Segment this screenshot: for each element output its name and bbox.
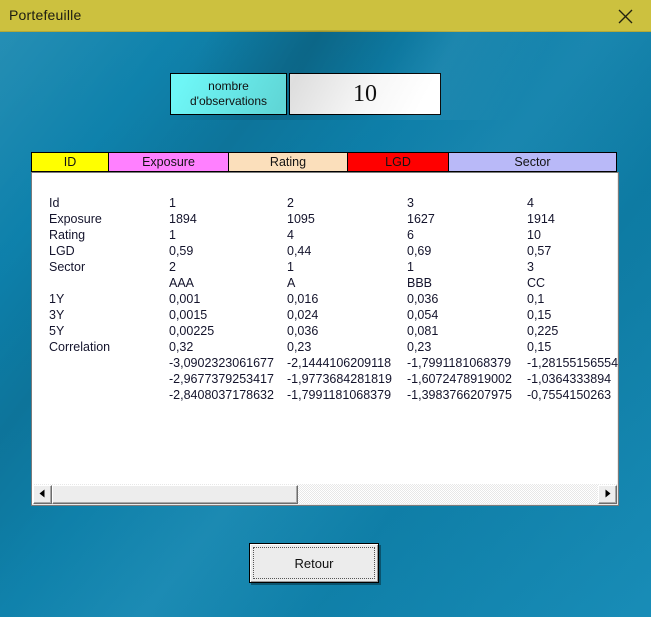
grid-cell: 0,57: [527, 244, 552, 258]
observations-label-line1: nombre: [208, 79, 249, 93]
grid-cell: -1,28155156554: [527, 356, 618, 370]
grid-row-label: Rating: [49, 228, 86, 242]
retour-button-label: Retour: [253, 547, 375, 579]
grid-cell: 0,036: [287, 324, 319, 338]
scroll-left-button[interactable]: [33, 484, 52, 504]
scrollbar-track[interactable]: [52, 484, 598, 504]
grid-cell: -1,7991181068379: [287, 388, 392, 402]
grid-cell: A: [287, 276, 296, 290]
column-header-bar: ID Exposure Rating LGD Sector: [31, 152, 617, 172]
grid-cell: 0,016: [287, 292, 319, 306]
application-window: Portefeuille nombre d'observations 10 ID…: [0, 0, 651, 617]
grid-cell: 6: [407, 228, 414, 242]
grid-cell: 0,036: [407, 292, 439, 306]
grid-row-label: LGD: [49, 244, 75, 258]
horizontal-scrollbar[interactable]: [33, 484, 617, 504]
grid-cell: 4: [287, 228, 294, 242]
grid-cell: 0,081: [407, 324, 439, 338]
grid-cell: -2,9677379253417: [169, 372, 274, 386]
portfolio-list-panel: Id 1 2 3 4 Exposure 1894 1095 1627 1914 Rating 1 4 6 1…: [31, 172, 619, 506]
column-header-rating[interactable]: Rating: [228, 152, 348, 172]
grid-cell: 1627: [407, 212, 435, 226]
grid-row-label: 3Y: [49, 308, 65, 322]
grid-row-label: Sector: [49, 260, 86, 274]
list-viewport: Id 1 2 3 4 Exposure 1894 1095 1627 1914 Rating 1 4 6 1…: [32, 173, 618, 479]
grid-cell: CC: [527, 276, 546, 290]
grid-row-label: 1Y: [49, 292, 65, 306]
grid-cell: 1: [169, 196, 176, 210]
grid-cell: 0,23: [287, 340, 312, 354]
observations-value-field[interactable]: 10: [289, 73, 441, 115]
grid-cell: 1914: [527, 212, 555, 226]
window-title: Portefeuille: [9, 7, 82, 23]
observations-label-line2: d'observations: [189, 94, 267, 108]
grid-cell: 0,024: [287, 308, 319, 322]
grid-cell: 0,69: [407, 244, 432, 258]
grid-cell: 0,001: [169, 292, 201, 306]
grid-cell: 1095: [287, 212, 315, 226]
grid-cell: 3: [407, 196, 414, 210]
grid-cell: 10: [527, 228, 541, 242]
retour-button[interactable]: Retour: [249, 543, 379, 583]
close-window-button[interactable]: [605, 0, 645, 32]
observations-row: nombre d'observations 10: [170, 73, 441, 115]
grid-cell: -0,7554150263: [527, 388, 612, 402]
grid-cell: -1,3983766207975: [407, 388, 512, 402]
grid-cell: -3,0902323061677: [169, 356, 274, 370]
observations-label: nombre d'observations: [170, 73, 287, 115]
triangle-left-icon: [38, 485, 47, 503]
grid-cell: 0,00225: [169, 324, 215, 338]
column-header-sector[interactable]: Sector: [448, 152, 617, 172]
scroll-right-button[interactable]: [598, 484, 617, 504]
title-bar: Portefeuille: [0, 0, 651, 32]
grid-cell: AAA: [169, 276, 195, 290]
grid-cell: 2: [169, 260, 176, 274]
grid-cell: 0,23: [407, 340, 432, 354]
triangle-right-icon: [603, 485, 612, 503]
grid-cell: 2: [287, 196, 294, 210]
grid-cell: 1: [407, 260, 414, 274]
grid-cell: 0,15: [527, 308, 552, 322]
grid-cell: 0,1: [527, 292, 545, 306]
grid-cell: -1,9773684281819: [287, 372, 392, 386]
grid-cell: -2,1444106209118: [287, 356, 392, 370]
scrollbar-thumb[interactable]: [52, 484, 298, 504]
column-header-lgd[interactable]: LGD: [347, 152, 449, 172]
grid-cell: 0,225: [527, 324, 559, 338]
close-icon: [617, 8, 634, 25]
grid-cell: 0,59: [169, 244, 194, 258]
grid-cell: 1: [169, 228, 176, 242]
grid-cell: 4: [527, 196, 534, 210]
grid-cell: -1,6072478919002: [407, 372, 512, 386]
grid-cell: -1,7991181068379: [407, 356, 512, 370]
column-header-exposure[interactable]: Exposure: [108, 152, 229, 172]
grid-cell: BBB: [407, 276, 433, 290]
column-header-id[interactable]: ID: [31, 152, 109, 172]
grid-cell: 0,32: [169, 340, 194, 354]
grid-cell: 1: [287, 260, 294, 274]
grid-row-label: Exposure: [49, 212, 102, 226]
grid-cell: 0,15: [527, 340, 552, 354]
grid-cell: 0,054: [407, 308, 439, 322]
grid-cell: -2,8408037178632: [169, 388, 274, 402]
grid-cell: 1894: [169, 212, 197, 226]
grid-row-label: 5Y: [49, 324, 65, 338]
grid-cell: -1,0364333894: [527, 372, 612, 386]
grid-cell: 0,44: [287, 244, 312, 258]
grid-row-label: Correlation: [49, 340, 111, 354]
grid-cell: 0,0015: [169, 308, 208, 322]
grid-row-label: Id: [49, 196, 60, 210]
grid-cell: 3: [527, 260, 534, 274]
